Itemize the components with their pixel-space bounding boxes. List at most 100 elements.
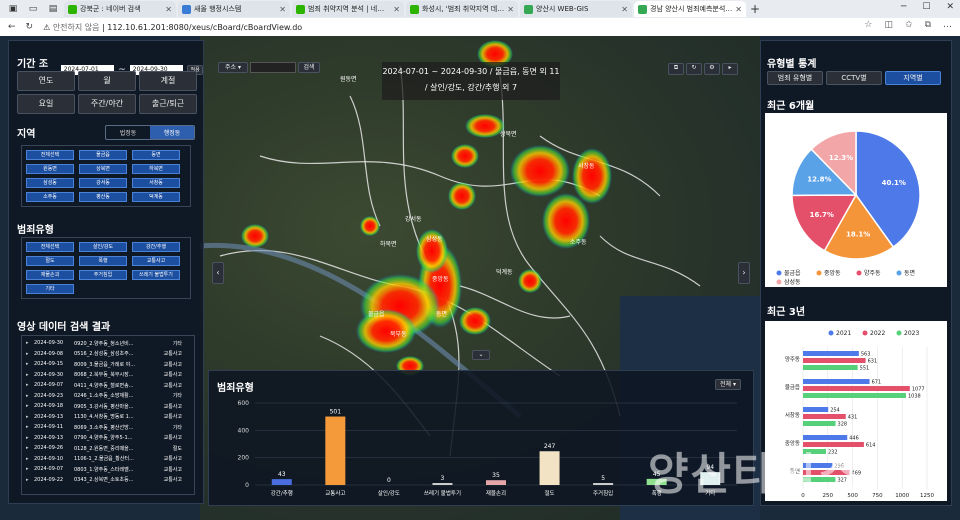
region-button[interactable]: 소주동 xyxy=(26,192,74,202)
new-tab-button[interactable]: + xyxy=(748,2,762,16)
search-button[interactable]: 검색 xyxy=(298,62,320,73)
tab-close-icon[interactable]: ✕ xyxy=(165,5,172,14)
crime-type-button[interactable]: 교통사고 xyxy=(132,256,180,266)
crime-type-button[interactable]: 폭행 xyxy=(79,256,127,266)
crime-type-button[interactable]: 전체선택 xyxy=(26,242,74,252)
map-collapse-button[interactable]: ⌄ xyxy=(472,350,490,360)
result-type: 교통사고 xyxy=(163,361,182,368)
region-button[interactable]: 서창동 xyxy=(132,178,180,188)
crime-type-button[interactable]: 재물손괴 xyxy=(26,270,74,280)
region-button[interactable]: 하북면 xyxy=(132,164,180,174)
region-button[interactable]: 덕계동 xyxy=(132,192,180,202)
result-row[interactable]: ▸ 2024-09-30 0920_2.양주동_청소년비... 기타 xyxy=(26,338,190,349)
window-menu-icon[interactable]: ▣ xyxy=(4,2,22,16)
region-tab[interactable]: 행정동 xyxy=(150,126,194,139)
address-bar[interactable]: ⚠ 안전하지 않음 | 112.10.61.201:8080/xeus/cBoa… xyxy=(43,22,302,33)
result-row[interactable]: ▸ 2024-09-10 1106-1_2.물금읍_황산터... 교통사고 xyxy=(26,454,190,465)
region-button[interactable]: 동면 xyxy=(132,150,180,160)
result-row[interactable]: ▸ 2024-09-18 0905_3.강서동_평산마을... 교통사고 xyxy=(26,401,190,412)
minimize-icon[interactable]: ─ xyxy=(901,2,906,12)
maximize-icon[interactable]: ☐ xyxy=(922,2,930,12)
stats-tab[interactable]: CCTV별 xyxy=(826,71,882,85)
region-button[interactable]: 평산동 xyxy=(79,192,127,202)
region-button[interactable]: 상북면 xyxy=(79,164,127,174)
more-icon[interactable]: … xyxy=(943,20,952,30)
result-date: 2024-09-26 xyxy=(34,445,64,452)
collections-icon[interactable]: ⧉ xyxy=(925,20,931,30)
tab-favicon-icon xyxy=(68,4,77,14)
y-tick-label: 서창동 xyxy=(785,411,800,419)
crime-type-button[interactable]: 강간/추행 xyxy=(132,242,180,252)
period-button[interactable]: 출근/퇴근 xyxy=(139,94,197,114)
x-tick-label: 1000 xyxy=(895,493,909,499)
map-left-arrow[interactable]: ‹ xyxy=(212,262,224,284)
result-title: 1106-1_2.물금읍_황산터... xyxy=(74,456,134,463)
result-row[interactable]: ▸ 2024-09-07 0411_4.양주동_철로면송... 교통사고 xyxy=(26,380,190,391)
result-row[interactable]: ▸ 2024-09-11 8069_3.소주동_평산선방... 기타 xyxy=(26,422,190,433)
browser-tab[interactable]: 범죄 취약지역 분석 | 네이버 검색✕ xyxy=(292,1,404,17)
period-button[interactable]: 주간/야간 xyxy=(78,94,136,114)
result-title: 0803_1.양주동_스타레벨... xyxy=(74,466,134,473)
region-button[interactable]: 원동면 xyxy=(26,164,74,174)
period-button[interactable]: 요일 xyxy=(17,94,75,114)
stats-tab[interactable]: 지역별 xyxy=(885,71,941,85)
tab-close-icon[interactable]: ✕ xyxy=(279,5,286,14)
result-row[interactable]: ▸ 2024-09-30 8068_2.북부동_북부시장... 교통사고 xyxy=(26,370,190,381)
right-panel: 유형별 통계 범죄 유형별 CCTV별 지역별 최근 6개월 40.1% 18.1% 1… xyxy=(760,40,952,506)
tab-close-icon[interactable]: ✕ xyxy=(735,5,742,14)
browser-tab[interactable]: 양산시 WEB-GIS ✕ xyxy=(520,1,632,17)
search-type-select[interactable]: 주소 ▾ xyxy=(218,62,248,73)
crime-type-button[interactable]: 살인/강도 xyxy=(79,242,127,252)
search-input[interactable] xyxy=(250,62,296,73)
result-row[interactable]: ▸ 2024-09-08 0516_2.삼성동_삼성초주... 교통사고 xyxy=(26,349,190,360)
tab-close-icon[interactable]: ✕ xyxy=(393,5,400,14)
result-date: 2024-09-18 xyxy=(34,403,64,410)
result-row[interactable]: ▸ 2024-09-07 0803_1.양주동_스타레벨... 교통사고 xyxy=(26,464,190,475)
tool-capture-icon[interactable]: ⧉ xyxy=(668,63,684,75)
tool-settings-icon[interactable]: ⚙ xyxy=(704,63,720,75)
region-tab[interactable]: 법정동 xyxy=(106,126,150,139)
result-title: 0920_2.양주동_청소년비... xyxy=(74,340,134,347)
region-button[interactable]: 강서동 xyxy=(79,178,127,188)
back-icon[interactable]: ← xyxy=(8,22,16,32)
refresh-icon[interactable]: ↻ xyxy=(26,22,34,32)
result-row[interactable]: ▸ 2024-09-15 8009_3.물금읍_가례로 야... 교통사고 xyxy=(26,359,190,370)
vertical-tabs-icon[interactable]: ▤ xyxy=(44,2,62,16)
star-icon[interactable]: ☆ xyxy=(864,20,872,30)
tab-close-icon[interactable]: ✕ xyxy=(621,5,628,14)
close-window-icon[interactable]: ✕ xyxy=(946,2,954,12)
region-button[interactable]: 물금읍 xyxy=(79,150,127,160)
region-button[interactable]: 전체선택 xyxy=(26,150,74,160)
map-label: 강서동 xyxy=(405,215,422,223)
tool-refresh-icon[interactable]: ↻ xyxy=(686,63,702,75)
region-button[interactable]: 삼성동 xyxy=(26,178,74,188)
period-button[interactable]: 연도 xyxy=(17,71,75,91)
browser-tab[interactable]: 화성시, '범죄 취약지역 데이터 분✕ xyxy=(406,1,518,17)
stats-tab[interactable]: 범죄 유형별 xyxy=(767,71,823,85)
bar-value-label: 1077 xyxy=(912,387,925,393)
browser-tab[interactable]: 강북군 : 네이버 검색 ✕ xyxy=(64,1,176,17)
legend-label: 2022 xyxy=(870,330,885,337)
crime-type-button[interactable]: 기타 xyxy=(26,284,74,294)
crime-type-button[interactable]: 쓰레기 불법투기 xyxy=(132,270,180,280)
map-right-arrow[interactable]: › xyxy=(738,262,750,284)
bar xyxy=(803,393,906,398)
favorites-icon[interactable]: ✩ xyxy=(905,20,913,30)
result-row[interactable]: ▸ 2024-09-23 0246_1.소주동_소방재활... 기타 xyxy=(26,391,190,402)
result-type: 교통사고 xyxy=(163,372,182,379)
tab-close-icon[interactable]: ✕ xyxy=(507,5,514,14)
crime-type-button[interactable]: 절도 xyxy=(26,256,74,266)
result-row[interactable]: ▸ 2024-09-26 0128_2.원동면_중리때을... 절도 xyxy=(26,443,190,454)
result-row[interactable]: ▸ 2024-09-13 1130_4.서창동_명동로 1... 교통사고 xyxy=(26,412,190,423)
browser-tab[interactable]: 경남 양산시 범죄예측분석지도 ✕ xyxy=(634,1,746,17)
period-button[interactable]: 계절 xyxy=(139,71,197,91)
tab-actions-icon[interactable]: ▭ xyxy=(24,2,42,16)
crime-type-button[interactable]: 주거침입 xyxy=(79,270,127,280)
result-row[interactable]: ▸ 2024-09-22 0343_2.상북면_소토초등... 교통사고 xyxy=(26,475,190,486)
period-button[interactable]: 월 xyxy=(78,71,136,91)
tool-play-icon[interactable]: ▸ xyxy=(722,63,738,75)
split-icon[interactable]: ◫ xyxy=(885,20,894,30)
browser-tab[interactable]: 새올 행정시스템 ✕ xyxy=(178,1,290,17)
result-row[interactable]: ▸ 2024-09-13 0790_4.양주동_양주5-1... 교통사고 xyxy=(26,433,190,444)
bar-value-label: 501 xyxy=(330,409,342,416)
